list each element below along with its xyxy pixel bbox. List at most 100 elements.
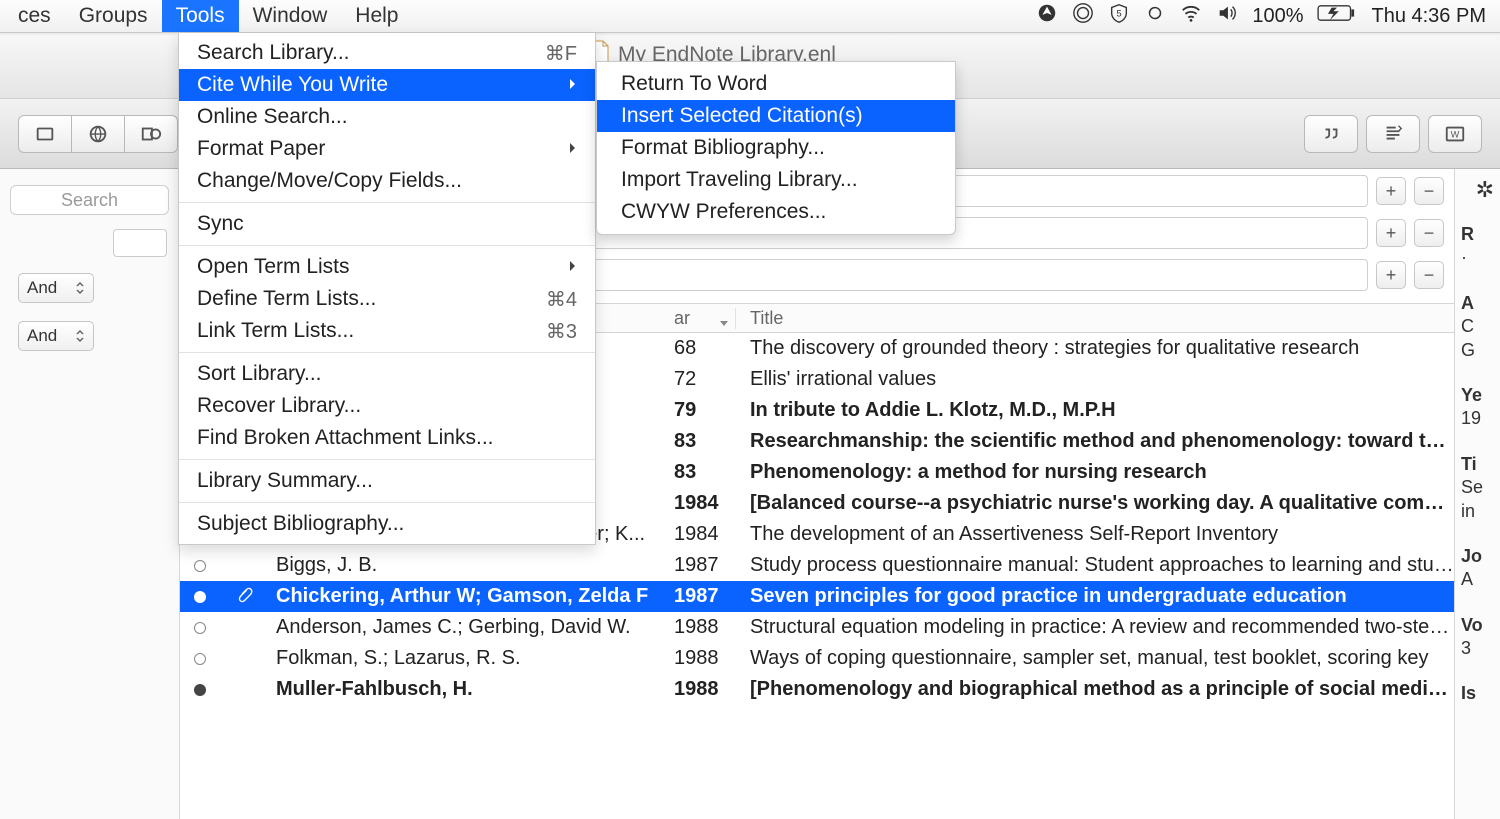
- submenu-item[interactable]: CWYW Preferences...: [597, 196, 955, 228]
- menu-item[interactable]: Cite While You Write: [179, 69, 595, 101]
- menu-item[interactable]: Find Broken Attachment Links...: [179, 422, 595, 454]
- svg-text:5: 5: [1117, 9, 1122, 19]
- menu-window[interactable]: Window: [239, 0, 342, 32]
- title-cell: Ways of coping questionnaire, sampler se…: [736, 647, 1454, 670]
- menu-item[interactable]: Recover Library...: [179, 390, 595, 422]
- search-filter-field[interactable]: [113, 229, 167, 257]
- title-cell: Phenomenology: a method for nursing rese…: [736, 461, 1454, 484]
- submenu-item[interactable]: Return To Word: [597, 68, 955, 100]
- read-flag[interactable]: [180, 591, 220, 603]
- menu-ces[interactable]: ces: [4, 0, 65, 32]
- submenu-item[interactable]: Format Bibliography...: [597, 132, 955, 164]
- online-mode-button[interactable]: [71, 115, 125, 153]
- menu-item[interactable]: Format Paper: [179, 133, 595, 165]
- read-flag[interactable]: [180, 622, 220, 634]
- integrated-mode-button[interactable]: [124, 115, 178, 153]
- title-cell: Researchmanship: the scientific method a…: [736, 430, 1454, 453]
- menu-item-label: Sort Library...: [197, 362, 321, 386]
- search-input[interactable]: Search: [10, 185, 169, 215]
- menu-item[interactable]: Open Term Lists: [179, 251, 595, 283]
- boolean-select-label: And: [27, 278, 57, 298]
- table-row[interactable]: Muller-Fahlbusch, H.1988[Phenomenology a…: [180, 674, 1454, 705]
- year-cell: 72: [670, 368, 736, 391]
- title-cell: In tribute to Addie L. Klotz, M.D., M.P.…: [736, 399, 1454, 422]
- apple-menu-items: cesGroupsToolsWindowHelp: [0, 0, 413, 32]
- author-cell: Chickering, Arthur W; Gamson, Zelda F: [270, 585, 670, 608]
- remove-row-button[interactable]: −: [1414, 219, 1444, 247]
- submenu-item[interactable]: Import Traveling Library...: [597, 164, 955, 196]
- insert-citation-button[interactable]: [1304, 115, 1358, 153]
- table-row[interactable]: Folkman, S.; Lazarus, R. S.1988Ways of c…: [180, 643, 1454, 674]
- menu-item[interactable]: Online Search...: [179, 101, 595, 133]
- menu-help[interactable]: Help: [341, 0, 412, 32]
- year-cell: 1988: [670, 616, 736, 639]
- cwyw-submenu: Return To WordInsert Selected Citation(s…: [596, 61, 956, 235]
- table-row[interactable]: Anderson, James C.; Gerbing, David W.198…: [180, 612, 1454, 643]
- tools-menu: Search Library...⌘FCite While You WriteO…: [178, 33, 596, 545]
- menu-item[interactable]: Sync: [179, 208, 595, 240]
- menu-groups[interactable]: Groups: [65, 0, 162, 32]
- menu-item[interactable]: Sort Library...: [179, 358, 595, 390]
- menu-separator: [179, 459, 595, 460]
- boolean-select-2[interactable]: And: [18, 321, 94, 351]
- year-cell: 1988: [670, 678, 736, 701]
- add-row-button[interactable]: +: [1376, 177, 1406, 205]
- menu-separator: [179, 502, 595, 503]
- menu-item[interactable]: Define Term Lists...⌘4: [179, 283, 595, 315]
- year-cell: 83: [670, 430, 736, 453]
- title-cell: [Phenomenology and biographical method a…: [736, 678, 1454, 701]
- add-row-button[interactable]: +: [1376, 261, 1406, 289]
- menu-item-label: Search Library...: [197, 41, 350, 65]
- boolean-select-1[interactable]: And: [18, 273, 94, 303]
- submenu-item[interactable]: Insert Selected Citation(s): [597, 100, 955, 132]
- toolbar-left-group: [18, 115, 178, 153]
- submenu-arrow-icon: [567, 73, 577, 97]
- title-cell: Structural equation modeling in practice…: [736, 616, 1454, 639]
- col-title[interactable]: Title: [736, 308, 1454, 329]
- local-library-button[interactable]: [18, 115, 72, 153]
- menu-item[interactable]: Change/Move/Copy Fields...: [179, 165, 595, 197]
- attachment-cell[interactable]: [220, 585, 270, 609]
- title-cell: The development of an Assertiveness Self…: [736, 523, 1454, 546]
- wifi-icon[interactable]: [1180, 2, 1202, 30]
- table-row[interactable]: Biggs, J. B.1987Study process questionna…: [180, 550, 1454, 581]
- menu-separator: [179, 245, 595, 246]
- read-flag[interactable]: [180, 684, 220, 696]
- menu-tools[interactable]: Tools: [162, 0, 239, 32]
- menu-item[interactable]: Search Library... ⌘F: [179, 37, 595, 69]
- menu-item-label: Format Paper: [197, 137, 325, 161]
- year-cell: 1984: [670, 523, 736, 546]
- location-icon[interactable]: [1036, 2, 1058, 30]
- title-cell: Study process questionnaire manual: Stud…: [736, 554, 1454, 577]
- col-year[interactable]: ar: [670, 308, 736, 329]
- menu-item[interactable]: Link Term Lists...⌘3: [179, 315, 595, 347]
- menu-shortcut: ⌘3: [546, 319, 577, 344]
- menu-item[interactable]: Subject Bibliography...: [179, 508, 595, 540]
- menu-shortcut: ⌘F: [545, 41, 577, 66]
- sync-icon[interactable]: [1144, 2, 1166, 30]
- remove-row-button[interactable]: −: [1414, 177, 1444, 205]
- year-cell: 68: [670, 337, 736, 360]
- gear-icon[interactable]: ✲: [1461, 177, 1494, 203]
- menu-item-label: Define Term Lists...: [197, 287, 376, 311]
- volume-icon[interactable]: [1216, 2, 1238, 30]
- remove-row-button[interactable]: −: [1414, 261, 1444, 289]
- clock[interactable]: Thu 4:36 PM: [1371, 5, 1486, 28]
- title-cell: [Balanced course--a psychiatric nurse's …: [736, 492, 1454, 515]
- preview-field: Ye19: [1461, 384, 1494, 431]
- read-flag[interactable]: [180, 560, 220, 572]
- word-button[interactable]: W: [1428, 115, 1482, 153]
- format-bibliography-button[interactable]: [1366, 115, 1420, 153]
- menu-item[interactable]: Library Summary...: [179, 465, 595, 497]
- left-panel: Search And And: [0, 169, 180, 819]
- shield-icon[interactable]: 5: [1108, 2, 1130, 30]
- table-row[interactable]: Chickering, Arthur W; Gamson, Zelda F198…: [180, 581, 1454, 612]
- author-cell: Muller-Fahlbusch, H.: [270, 678, 670, 701]
- battery-icon[interactable]: [1317, 4, 1357, 28]
- add-row-button[interactable]: +: [1376, 219, 1406, 247]
- cloud-icon[interactable]: [1072, 2, 1094, 30]
- year-cell: 79: [670, 399, 736, 422]
- author-cell: Anderson, James C.; Gerbing, David W.: [270, 616, 670, 639]
- year-cell: 83: [670, 461, 736, 484]
- read-flag[interactable]: [180, 653, 220, 665]
